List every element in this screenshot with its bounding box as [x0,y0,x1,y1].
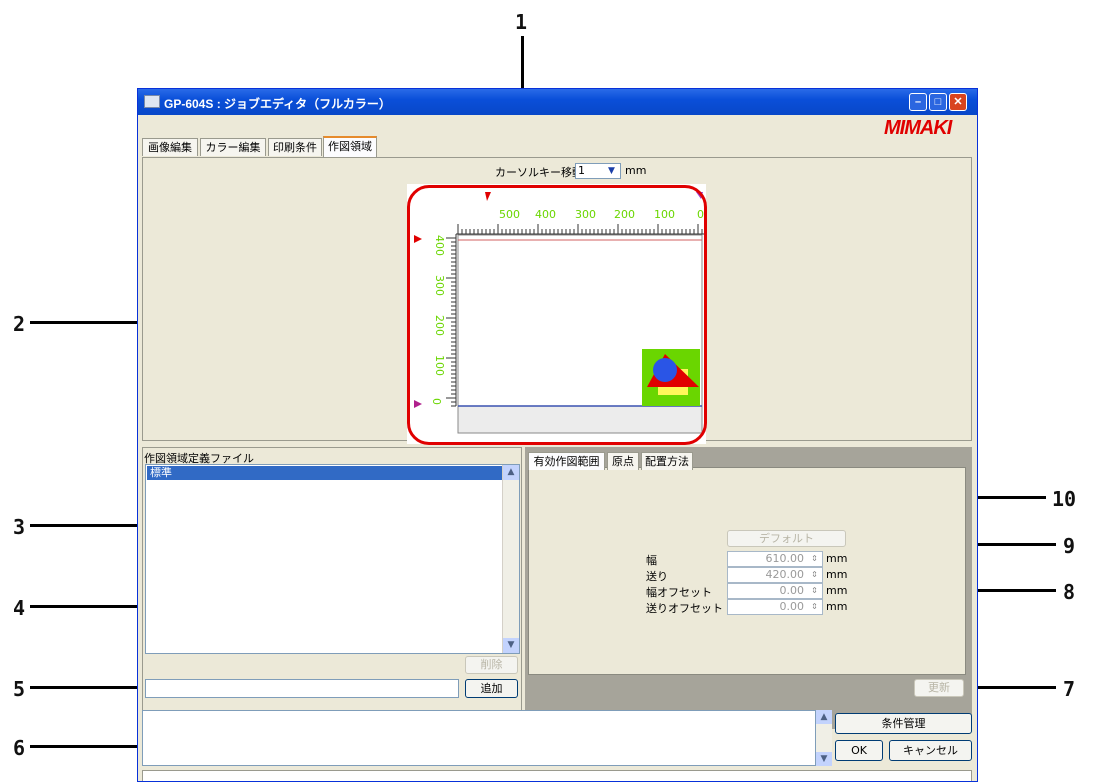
status-bar [142,770,972,781]
spinner-arrows-icon[interactable]: ⇕ [808,569,821,581]
preview-highlight-frame [407,185,707,445]
callout-2: 2 [13,312,26,336]
feed-offset-label: 送りオフセット [646,602,723,615]
add-button[interactable]: 追加 [465,679,518,698]
job-editor-window: GP-604S : ジョブエディタ（フルカラー） – □ ✕ MIMAKI 画像… [137,88,978,782]
definition-name-input[interactable] [145,679,459,698]
title-bar[interactable]: GP-604S : ジョブエディタ（フルカラー） – □ ✕ [138,89,977,115]
callout-1: 1 [515,10,528,34]
default-button[interactable]: デフォルト [727,530,846,547]
feed-offset-spinner[interactable]: 0.00 ⇕ [727,599,823,615]
scrollbar[interactable]: ▲ ▼ [502,465,519,653]
cursor-step-select[interactable]: 1 ▼ [575,163,621,179]
file-list[interactable]: 標準 ▲ ▼ [145,464,520,654]
callout-3: 3 [13,515,26,539]
minimize-icon[interactable]: – [909,93,927,111]
scroll-down-icon[interactable]: ▼ [816,752,832,766]
list-item[interactable]: 標準 [147,466,502,480]
chevron-down-icon[interactable]: ▼ [604,165,619,177]
scroll-up-icon[interactable]: ▲ [503,465,519,480]
width-unit: mm [826,552,848,565]
message-area[interactable] [142,710,816,766]
callout-8: 8 [1063,580,1076,604]
width-label: 幅 [646,554,657,567]
tab-image-edit[interactable]: 画像編集 [142,138,198,156]
feed-offset-unit: mm [826,600,848,613]
callout-4: 4 [13,596,26,620]
tab-drawing-area[interactable]: 作図領域 [323,136,377,158]
scroll-up-icon[interactable]: ▲ [816,710,832,724]
tab-effective-area[interactable]: 有効作図範囲 [528,452,605,470]
message-scrollbar[interactable]: ▲ ▼ [816,710,832,766]
callout-10: 10 [1052,487,1077,511]
feed-unit: mm [826,568,848,581]
maximize-icon[interactable]: □ [929,93,947,111]
cursor-step-value: 1 [578,164,585,177]
feed-offset-value: 0.00 [779,600,805,613]
spinner-arrows-icon[interactable]: ⇕ [808,553,821,565]
app-icon [144,95,160,108]
tab-layout-method[interactable]: 配置方法 [641,452,693,470]
callout-6: 6 [13,736,26,760]
cursor-step-unit: mm [625,164,647,177]
width-spinner[interactable]: 610.00 ⇕ [727,551,823,567]
tab-print-conditions[interactable]: 印刷条件 [268,138,322,156]
cancel-button[interactable]: キャンセル [889,740,972,761]
width-offset-value: 0.00 [779,584,805,597]
condition-manage-button[interactable]: 条件管理 [835,713,972,734]
width-value: 610.00 [765,552,805,565]
mimaki-logo: MIMAKI [884,117,952,139]
tab-color-edit[interactable]: カラー編集 [200,138,266,156]
callout-7: 7 [1063,677,1076,701]
window-title: GP-604S : ジョブエディタ（フルカラー） [164,97,391,111]
scroll-down-icon[interactable]: ▼ [503,638,519,653]
update-button[interactable]: 更新 [914,679,964,697]
spinner-arrows-icon[interactable]: ⇕ [808,585,821,597]
width-offset-spinner[interactable]: 0.00 ⇕ [727,583,823,599]
width-offset-unit: mm [826,584,848,597]
close-icon[interactable]: ✕ [949,93,967,111]
tab-origin[interactable]: 原点 [607,452,639,470]
feed-spinner[interactable]: 420.00 ⇕ [727,567,823,583]
delete-button[interactable]: 削除 [465,656,518,674]
spinner-arrows-icon[interactable]: ⇕ [808,601,821,613]
width-offset-label: 幅オフセット [646,586,712,599]
callout-9: 9 [1063,534,1076,558]
feed-value: 420.00 [765,568,805,581]
leader-line-5 [30,686,154,689]
ok-button[interactable]: OK [835,740,883,761]
callout-5: 5 [13,677,26,701]
feed-label: 送り [646,570,668,583]
